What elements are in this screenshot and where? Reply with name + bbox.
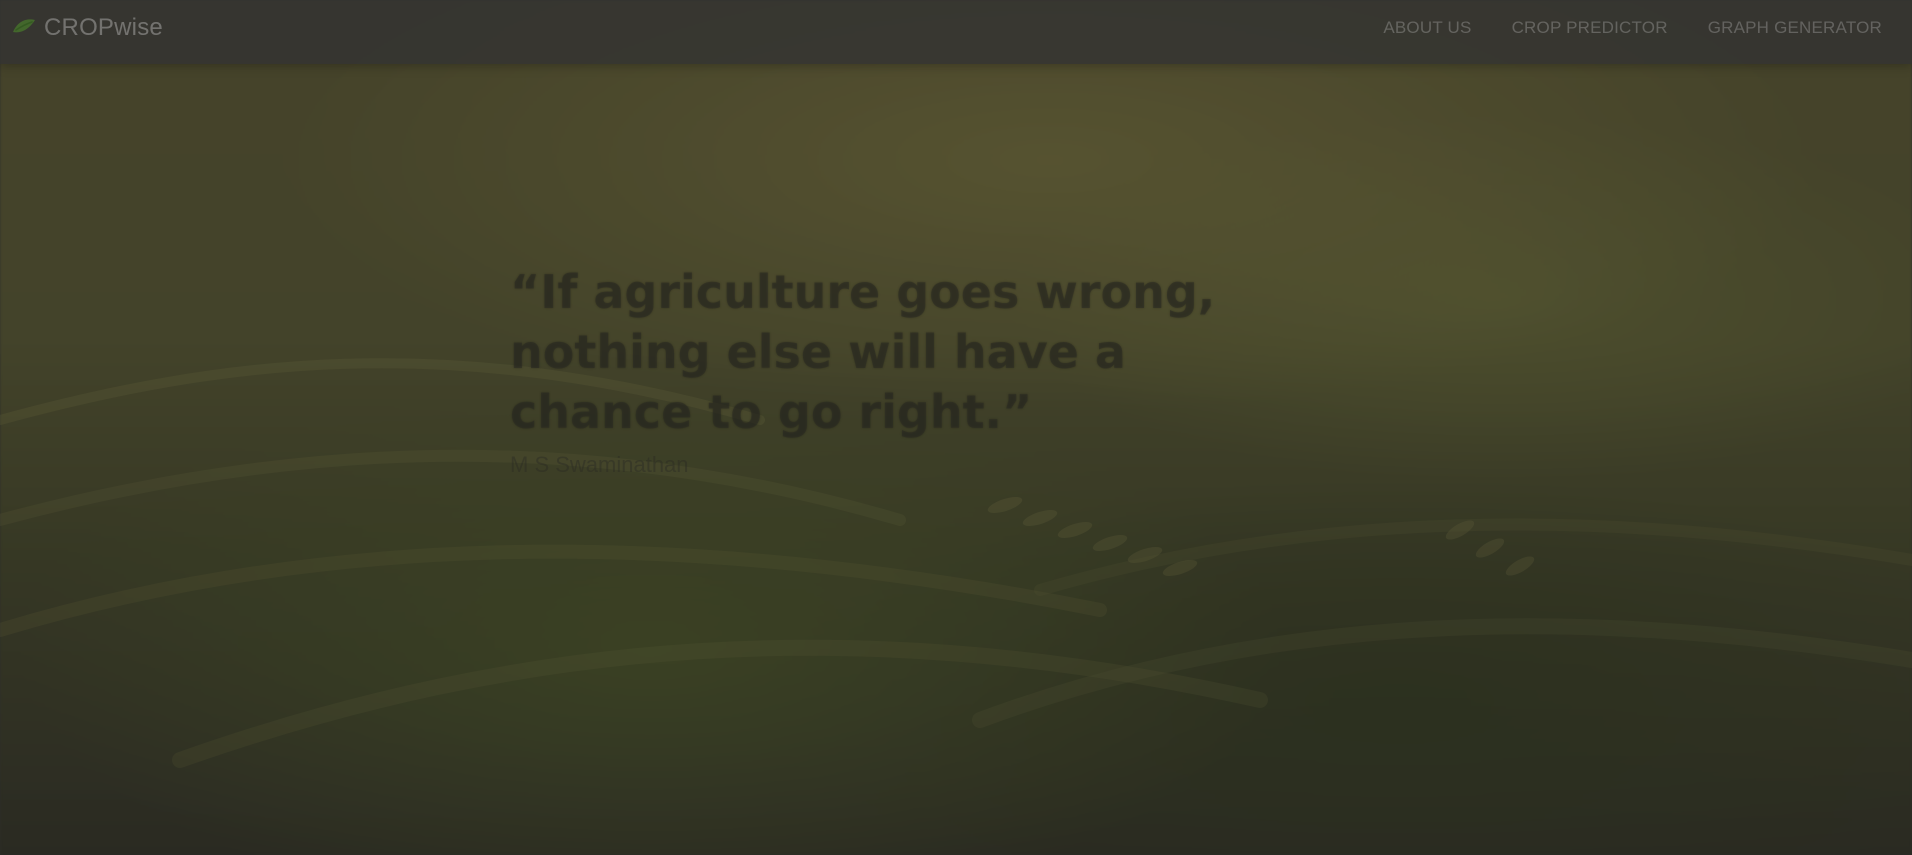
nav-item-crop-predictor[interactable]: CROP PREDICTOR bbox=[1512, 18, 1668, 38]
quote-text: “If agriculture goes wrong, nothing else… bbox=[510, 265, 1216, 439]
brand-name: CROPwise bbox=[44, 14, 163, 41]
nav-item-graph-generator[interactable]: GRAPH GENERATOR bbox=[1708, 18, 1882, 38]
quote-author: M S Swaminathan bbox=[510, 452, 689, 477]
brand-logo[interactable]: CROPwise bbox=[10, 14, 163, 42]
leaf-icon bbox=[13, 19, 35, 33]
nav-item-about-us[interactable]: ABOUT US bbox=[1383, 18, 1471, 38]
top-navbar: CROPwise ABOUT US CROP PREDICTOR GRAPH G… bbox=[0, 0, 1912, 64]
main-nav: ABOUT US CROP PREDICTOR GRAPH GENERATOR bbox=[1383, 18, 1882, 38]
landing-page: CROPwise ABOUT US CROP PREDICTOR GRAPH G… bbox=[0, 0, 1912, 855]
hero-quote: “If agriculture goes wrong, nothing else… bbox=[510, 262, 1290, 478]
